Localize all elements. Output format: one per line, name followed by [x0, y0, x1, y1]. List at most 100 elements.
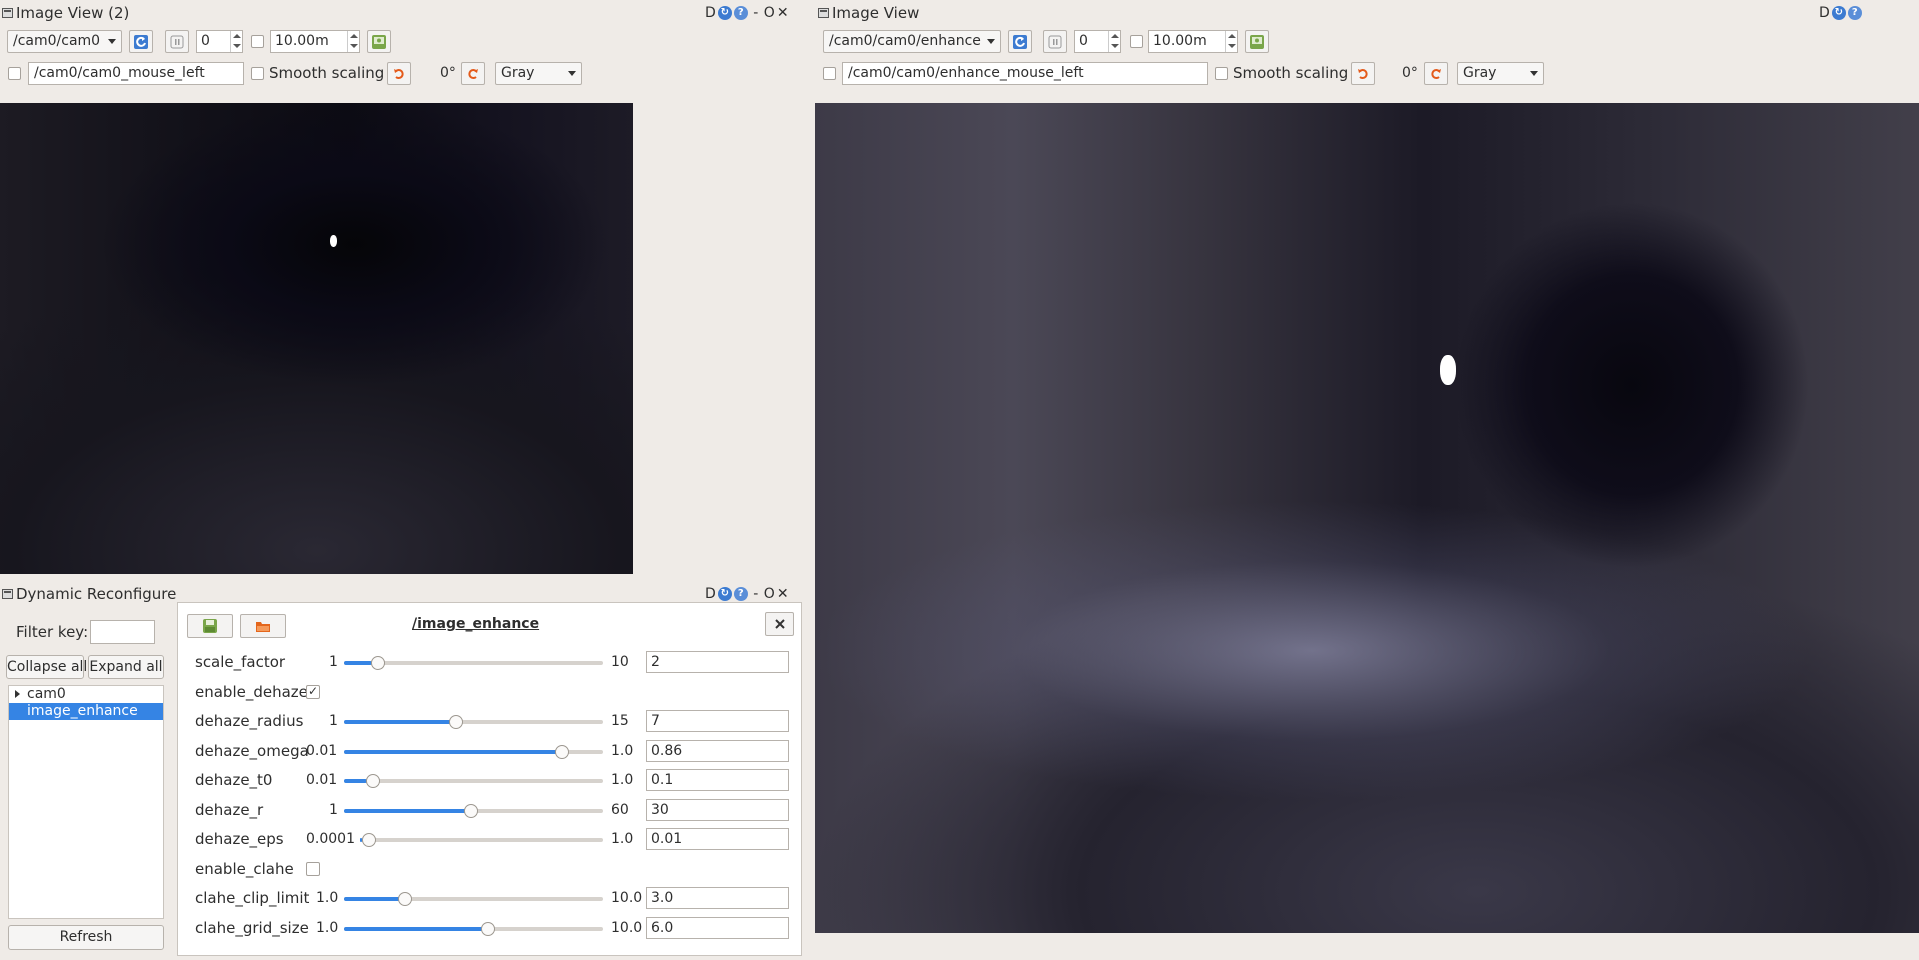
left-rotate-ccw-button[interactable] — [387, 62, 411, 85]
reload-icon[interactable]: ↻ — [1831, 6, 1846, 20]
rotate-right-icon — [1431, 68, 1441, 79]
param-value-input[interactable]: 0.86 — [646, 740, 789, 762]
left-pause-button[interactable] — [165, 30, 189, 53]
param-min: 0.01 — [306, 772, 338, 788]
param-value-input[interactable]: 30 — [646, 799, 789, 821]
param-slider[interactable] — [344, 656, 603, 670]
load-params-button[interactable] — [240, 614, 286, 638]
close-icon[interactable]: ✕ — [777, 584, 789, 604]
dock-button[interactable]: D — [705, 584, 716, 604]
param-value-input[interactable]: 2 — [646, 651, 789, 673]
slider-fill — [344, 809, 471, 813]
spin-arrows-icon[interactable] — [230, 31, 242, 52]
help-icon[interactable]: ? — [733, 6, 748, 20]
chevron-down-icon — [108, 39, 116, 44]
right-view-titlebar: Image View — [816, 3, 919, 23]
slider-thumb[interactable] — [397, 892, 412, 906]
right-colormap-combo[interactable]: Gray — [1457, 62, 1544, 85]
right-colormap-value: Gray — [1463, 65, 1497, 81]
slider-thumb[interactable] — [464, 804, 479, 818]
float-button[interactable]: O — [764, 3, 775, 23]
slider-thumb[interactable] — [362, 833, 377, 847]
minimize-button[interactable]: - — [750, 584, 762, 604]
right-refresh-button[interactable] — [1008, 30, 1032, 53]
param-slider[interactable] — [344, 745, 603, 759]
right-smooth-checkbox[interactable] — [1215, 67, 1228, 80]
spin-arrows-icon[interactable] — [1108, 31, 1120, 52]
left-distance-spin[interactable]: 10.00m — [270, 30, 360, 53]
right-topic-combo[interactable]: /cam0/cam0/enhance — [823, 30, 1001, 53]
left-spin-box[interactable]: 0 — [196, 30, 243, 53]
param-value-input[interactable]: 6.0 — [646, 917, 789, 939]
filter-key-input[interactable] — [90, 620, 155, 644]
save-params-button[interactable] — [187, 614, 233, 638]
right-enhanced-image[interactable] — [815, 103, 1919, 933]
left-rotate-cw-button[interactable] — [461, 62, 485, 85]
param-slider[interactable] — [344, 922, 603, 936]
left-mouse-checkbox[interactable] — [8, 67, 21, 80]
right-rotate-cw-button[interactable] — [1424, 62, 1448, 85]
rotate-right-icon — [468, 68, 478, 79]
spin-arrows-icon[interactable] — [347, 31, 359, 52]
right-save-button[interactable] — [1245, 30, 1269, 53]
close-icon — [774, 619, 785, 629]
left-distance-checkbox[interactable] — [251, 35, 264, 48]
refresh-button[interactable]: Refresh — [8, 925, 164, 950]
slider-thumb[interactable] — [449, 715, 464, 729]
spin-arrows-icon[interactable] — [1225, 31, 1237, 52]
left-mouse-topic-input[interactable]: /cam0/cam0_mouse_left — [28, 62, 244, 85]
expand-arrow-icon[interactable] — [15, 690, 20, 698]
minimize-button[interactable]: - — [750, 3, 762, 23]
left-topic-combo[interactable]: /cam0/cam0 — [7, 30, 122, 53]
left-save-button[interactable] — [367, 30, 391, 53]
dock-button[interactable]: D — [1819, 3, 1830, 23]
slider-thumb[interactable] — [554, 745, 569, 759]
float-button[interactable]: O — [764, 584, 775, 604]
right-mouse-topic-input[interactable]: /cam0/cam0/enhance_mouse_left — [842, 62, 1208, 85]
collapse-all-button[interactable]: Collapse all — [6, 655, 87, 679]
left-view-titlebar: Image View (2) — [0, 3, 129, 23]
right-distance-spin[interactable]: 10.00m — [1148, 30, 1238, 53]
param-max: 15 — [611, 713, 629, 729]
left-refresh-button[interactable] — [129, 30, 153, 53]
param-value-input[interactable]: 0.01 — [646, 828, 789, 850]
left-colormap-value: Gray — [501, 65, 535, 81]
close-icon[interactable]: ✕ — [777, 3, 789, 23]
enable-dehaze-checkbox[interactable]: ✓ — [306, 685, 320, 699]
refresh-icon — [1013, 34, 1027, 49]
param-slider[interactable] — [344, 715, 603, 729]
param-value-input[interactable]: 3.0 — [646, 887, 789, 909]
right-mouse-checkbox[interactable] — [823, 67, 836, 80]
param-value-input[interactable]: 0.1 — [646, 769, 789, 791]
tree-item-cam0[interactable]: cam0 — [9, 686, 163, 703]
help-icon[interactable]: ? — [733, 587, 748, 601]
param-value-input[interactable]: 7 — [646, 710, 789, 732]
slider-thumb[interactable] — [370, 656, 385, 670]
rotate-left-icon — [1358, 68, 1368, 79]
left-colormap-combo[interactable]: Gray — [495, 62, 582, 85]
param-slider[interactable] — [344, 774, 603, 788]
expand-all-button[interactable]: Expand all — [88, 655, 164, 679]
param-name: dehaze_r — [195, 801, 264, 819]
reload-icon[interactable]: ↻ — [717, 6, 732, 20]
right-topic-value: /cam0/cam0/enhance — [829, 33, 981, 49]
slider-thumb[interactable] — [366, 774, 381, 788]
dock-button[interactable]: D — [705, 3, 716, 23]
right-spin-box[interactable]: 0 — [1074, 30, 1121, 53]
tree-item-image-enhance[interactable]: image_enhance — [9, 703, 163, 720]
left-camera-image[interactable] — [0, 103, 633, 574]
param-slider[interactable] — [360, 833, 603, 847]
tunnel-light — [330, 235, 337, 247]
close-node-button[interactable] — [765, 612, 794, 636]
param-slider[interactable] — [344, 892, 603, 906]
left-smooth-checkbox[interactable] — [251, 67, 264, 80]
param-name: dehaze_t0 — [195, 771, 273, 789]
slider-thumb[interactable] — [481, 922, 496, 936]
right-pause-button[interactable] — [1043, 30, 1067, 53]
param-slider[interactable] — [344, 804, 603, 818]
right-distance-checkbox[interactable] — [1130, 35, 1143, 48]
enable-clahe-checkbox[interactable] — [306, 862, 320, 876]
reload-icon[interactable]: ↻ — [717, 587, 732, 601]
help-icon[interactable]: ? — [1847, 6, 1862, 20]
right-rotate-ccw-button[interactable] — [1351, 62, 1375, 85]
